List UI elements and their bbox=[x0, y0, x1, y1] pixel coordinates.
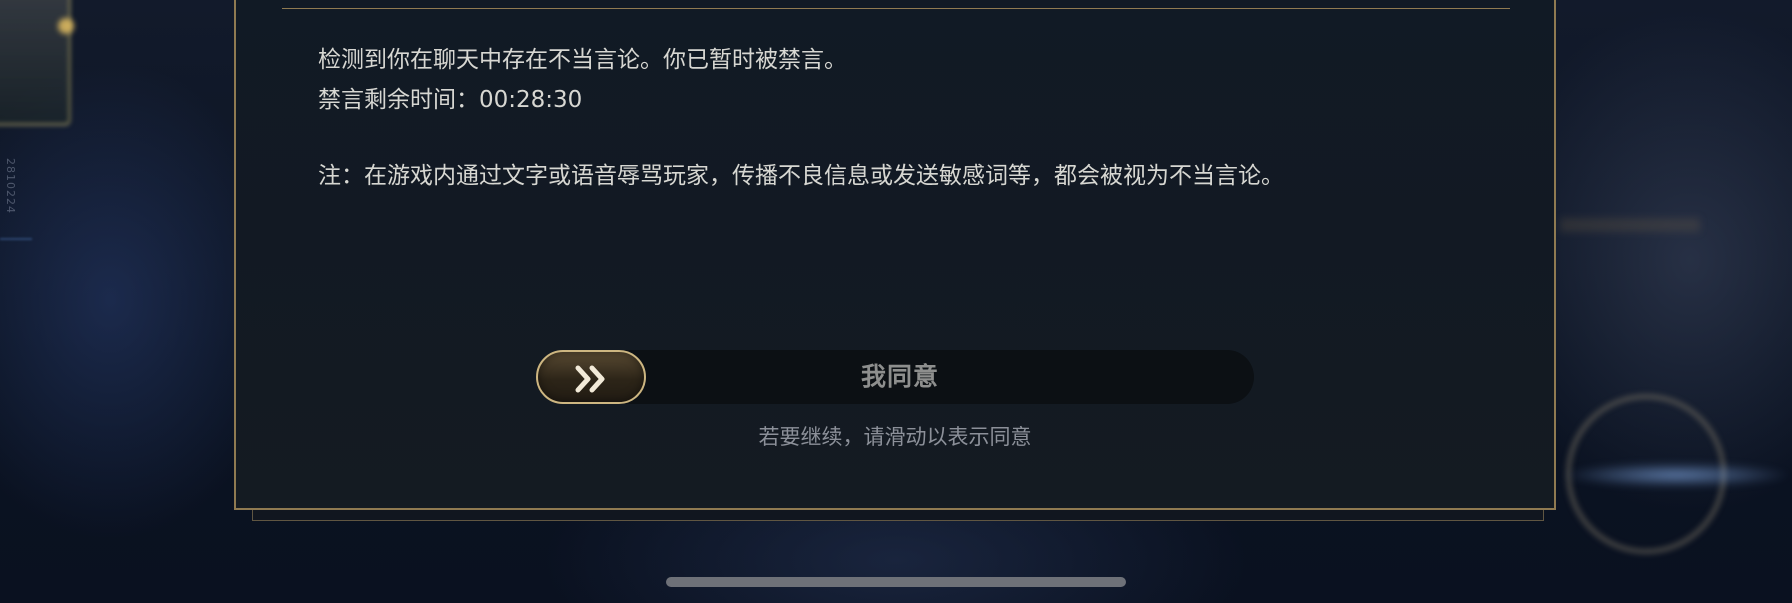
background-accent-line bbox=[0, 238, 32, 240]
background-vertical-text: 2810224 bbox=[4, 158, 17, 214]
game-screen: 2810224 检测到你在聊天中存在不当言论。你已暂时被禁言。 禁言剩余时间：0… bbox=[0, 0, 1792, 603]
dialog-header-divider bbox=[282, 8, 1510, 9]
ban-remaining-time-text: 禁言剩余时间：00:28:30 bbox=[318, 87, 583, 113]
background-glow bbox=[1560, 462, 1792, 488]
slide-to-agree-hint: 若要继续，请滑动以表示同意 bbox=[758, 425, 1032, 449]
double-chevron-right-icon bbox=[575, 365, 605, 393]
ban-message: 检测到你在聊天中存在不当言论。你已暂时被禁言。 禁言剩余时间：00:28:30 bbox=[318, 40, 847, 120]
conduct-note-text: 注：在游戏内通过文字或语音辱骂玩家，传播不良信息或发送敏感词等，都会被视为不当言… bbox=[318, 163, 1284, 189]
agree-slider-handle[interactable] bbox=[536, 350, 646, 404]
ban-notice-text: 检测到你在聊天中存在不当言论。你已暂时被禁言。 bbox=[318, 47, 847, 73]
background-band bbox=[1560, 218, 1700, 232]
home-indicator-bar[interactable] bbox=[666, 577, 1126, 587]
background-spark bbox=[58, 18, 74, 34]
chat-ban-dialog: 检测到你在聊天中存在不当言论。你已暂时被禁言。 禁言剩余时间：00:28:30 … bbox=[234, 0, 1556, 510]
